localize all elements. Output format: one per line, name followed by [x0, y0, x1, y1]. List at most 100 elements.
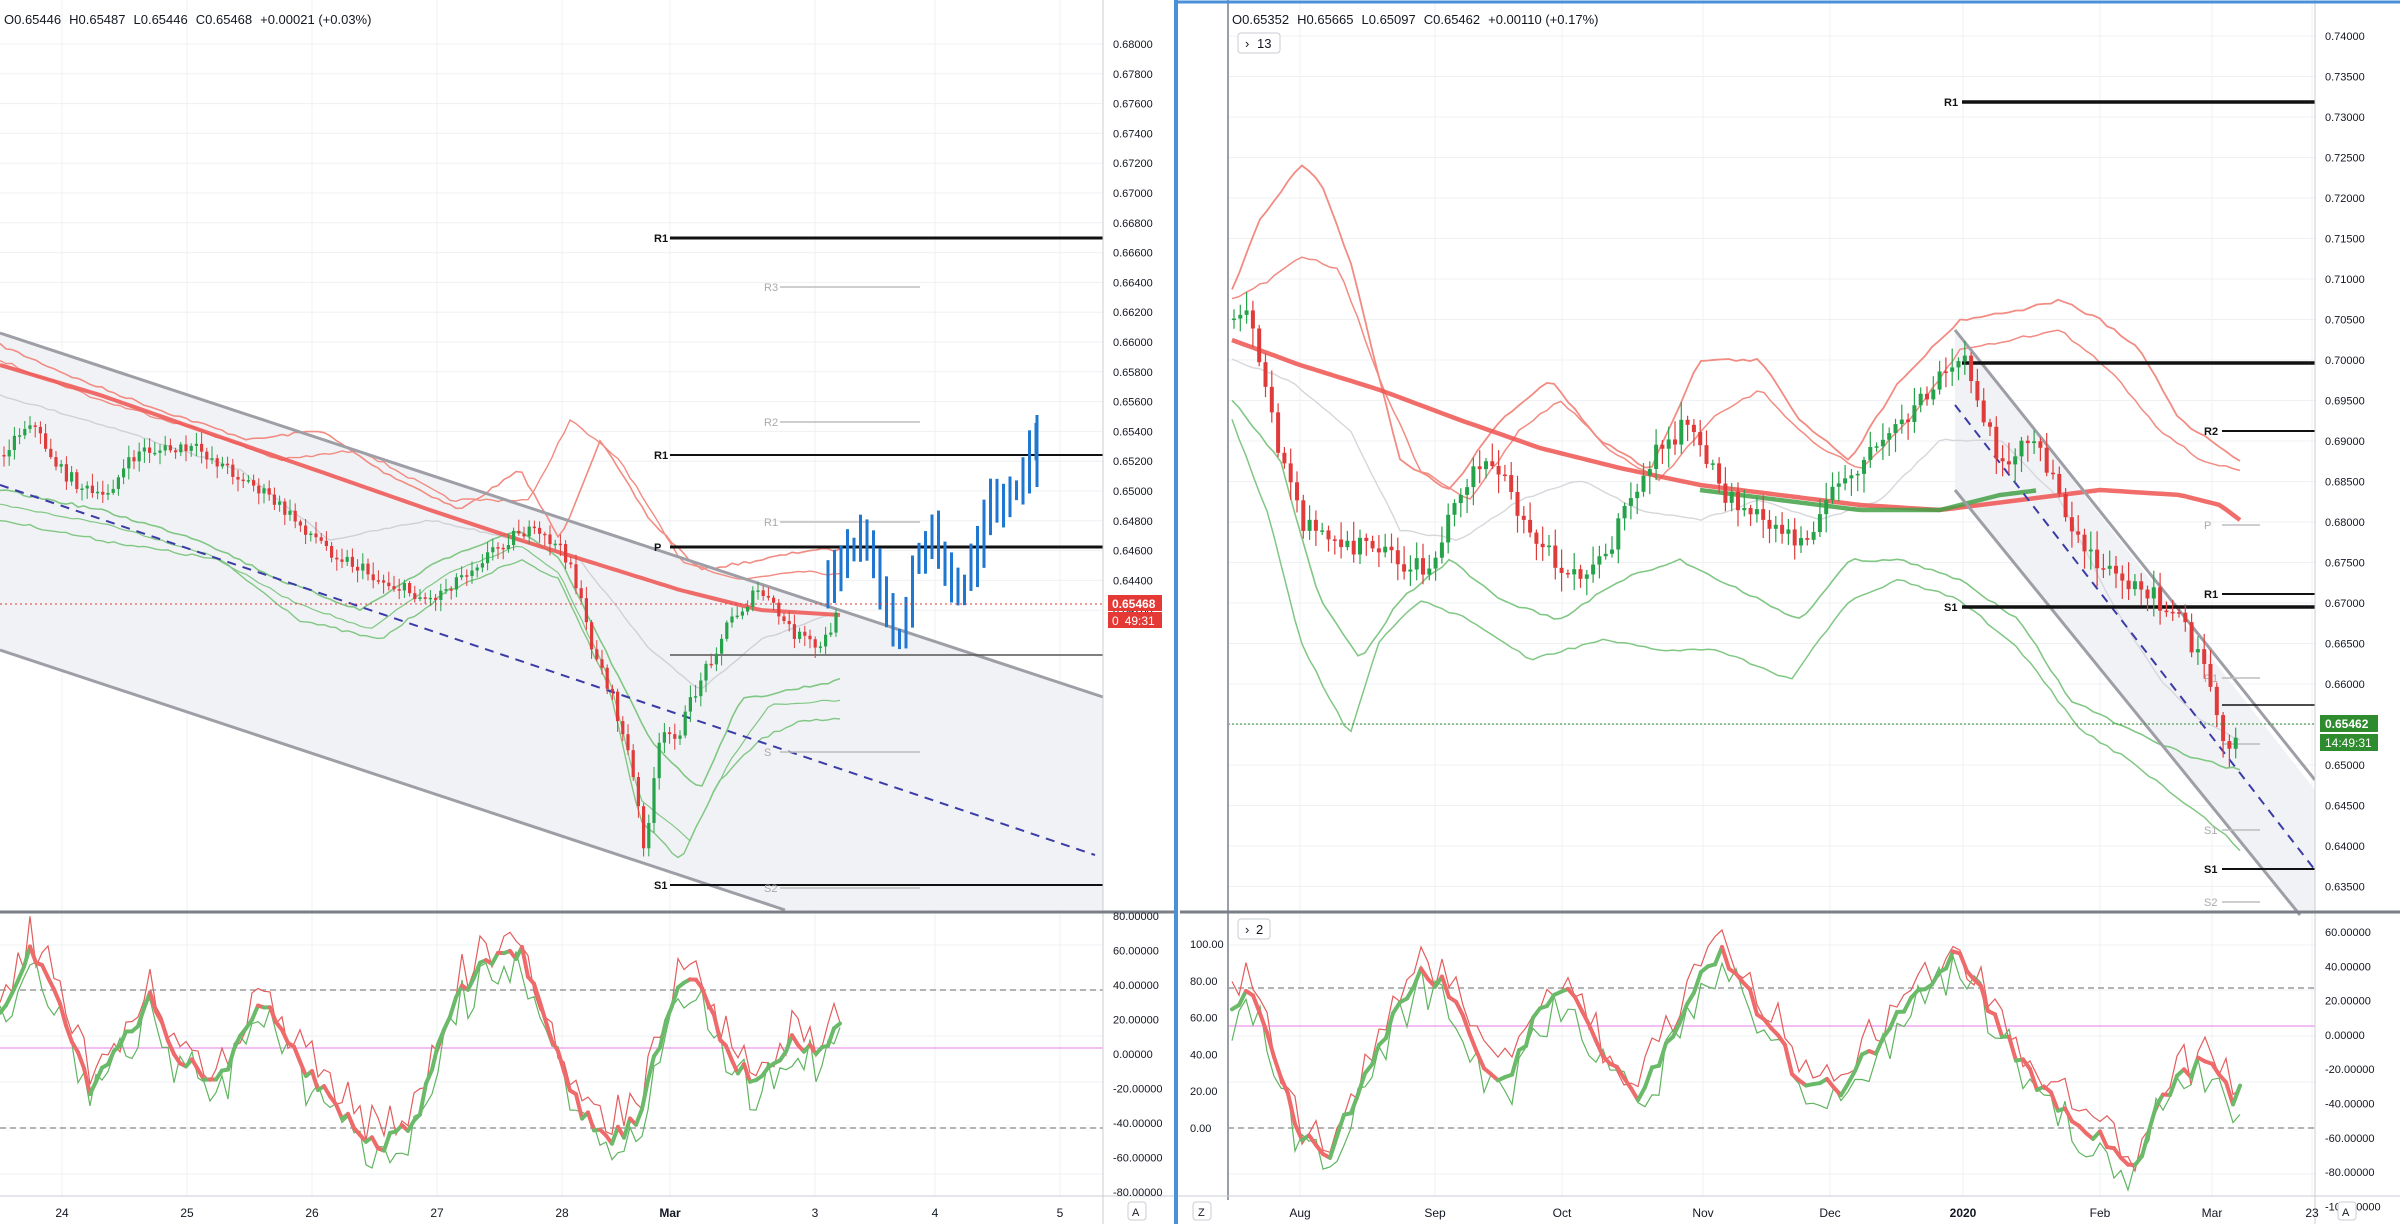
candle-body — [756, 590, 760, 592]
candle-body — [28, 425, 32, 429]
right-time-tick: 2020 — [1950, 1206, 1977, 1220]
candle-body — [1748, 508, 1753, 515]
candle-body — [2183, 612, 2188, 623]
candle-body — [153, 452, 157, 455]
candle-body — [1572, 569, 1577, 575]
candle-body — [605, 667, 609, 689]
right-pivot-label: P — [2204, 520, 2211, 532]
candle-body — [1969, 355, 1974, 382]
right-price-tick: 0.64000 — [2325, 841, 2365, 853]
candle-body — [236, 476, 240, 480]
candle-body — [246, 480, 250, 482]
candle-body — [1257, 328, 1262, 363]
candle-body — [1553, 545, 1558, 568]
candle-body — [226, 463, 230, 466]
candle-body — [1698, 432, 1703, 446]
candle-body — [1345, 540, 1350, 548]
left-price-tick: 0.65200 — [1113, 456, 1153, 468]
candle-body — [699, 680, 703, 697]
candle-body — [1943, 371, 1948, 373]
right-auto-scale-label: A — [2342, 1207, 2350, 1219]
candle-body — [1673, 439, 1677, 445]
candle-body — [1509, 475, 1514, 492]
candle-body — [740, 611, 744, 616]
left-osc-tick: -60.00000 — [1113, 1153, 1163, 1165]
candle-body — [584, 598, 588, 623]
candle-body — [673, 734, 677, 739]
right-price-tick: 0.67500 — [2325, 558, 2365, 570]
candle-body — [2151, 587, 2156, 599]
candle-body — [272, 494, 276, 505]
candle-body — [1717, 463, 1722, 484]
candle-body — [1931, 389, 1936, 400]
candle-body — [652, 778, 656, 823]
candle-body — [1925, 393, 1929, 400]
candle-body — [1836, 483, 1841, 487]
candle-body — [2076, 531, 2081, 535]
candle-body — [44, 433, 48, 449]
candle-body — [382, 580, 386, 583]
candle-body — [101, 491, 105, 495]
candle-body — [2063, 493, 2068, 518]
candle-body — [428, 597, 432, 600]
left-pivot-label: R1 — [654, 233, 668, 245]
candle-body — [761, 590, 765, 596]
candle-body — [309, 533, 313, 536]
candle-body — [2, 455, 6, 457]
candle-body — [231, 464, 235, 477]
right-pivot-label: R2 — [2204, 426, 2218, 438]
right-auto-scale-button[interactable]: A — [2337, 1201, 2357, 1221]
candle-body — [1320, 530, 1325, 532]
candle-body — [501, 547, 505, 550]
candle-body — [1647, 468, 1652, 476]
candle-body — [1301, 500, 1306, 531]
candle-body — [2202, 649, 2207, 664]
left-price-tick: 0.64800 — [1113, 516, 1153, 528]
candle-body — [1496, 466, 1501, 475]
left-price-tick: 0.67400 — [1113, 128, 1153, 140]
candle-body — [818, 646, 822, 648]
candle-body — [1238, 314, 1243, 319]
zoom-button[interactable]: Z — [1192, 1201, 1212, 1221]
candle-body — [434, 597, 438, 600]
candle-body — [1559, 567, 1564, 573]
candle-body — [564, 544, 568, 563]
candle-body — [142, 447, 146, 452]
right-pivot-label: S2 — [2204, 897, 2217, 909]
left-osc-tick: 80.00000 — [1113, 911, 1159, 923]
candle-body — [720, 638, 724, 654]
oscillator-toggle-button[interactable]: › 2 — [1237, 918, 1271, 940]
candle-body — [782, 616, 786, 621]
left-price-tick: 0.65600 — [1113, 397, 1153, 409]
candle-body — [1515, 491, 1520, 516]
candle-body — [2208, 663, 2213, 687]
candle-body — [1597, 556, 1602, 565]
left-price-tick: 0.67200 — [1113, 158, 1153, 170]
candle-body — [730, 616, 734, 623]
layout-divider[interactable] — [1174, 0, 1178, 1224]
left-time-tick: 27 — [430, 1206, 444, 1220]
candle-body — [460, 575, 464, 578]
candle-body — [2145, 589, 2150, 599]
candle-body — [387, 582, 391, 587]
candle-body — [1521, 515, 1526, 520]
right-price-tick: 0.72000 — [2325, 193, 2365, 205]
left-pivot-label: R1 — [654, 450, 668, 462]
candle-body — [2158, 587, 2163, 611]
left-auto-scale-button[interactable]: A — [1127, 1201, 1147, 1221]
candle-body — [1458, 494, 1463, 504]
candle-body — [475, 567, 479, 571]
indicator-toggle-button[interactable]: › 13 — [1237, 32, 1281, 54]
right-price-tick: 0.67000 — [2325, 598, 2365, 610]
right-osc-left-tick: 20.00 — [1190, 1086, 1218, 1098]
right-time-tick: Nov — [1692, 1206, 1713, 1220]
candle-body — [1792, 529, 1797, 546]
candle-body — [1710, 463, 1715, 465]
right-price-tick: 0.70000 — [2325, 355, 2365, 367]
right-price-tick: 0.73500 — [2325, 72, 2365, 84]
left-time-tick: Mar — [659, 1206, 681, 1220]
candle-body — [2051, 472, 2055, 475]
candle-body — [75, 472, 79, 489]
chevron-right-icon: › — [1245, 36, 1249, 51]
candle-body — [704, 663, 708, 681]
